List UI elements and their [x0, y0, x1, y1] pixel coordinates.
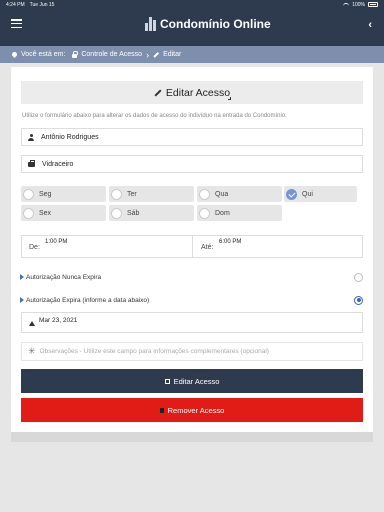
- card-footer: [11, 432, 373, 442]
- time-from-input[interactable]: 1:00 PM: [45, 239, 67, 245]
- breadcrumb: Você está em: Controle de Acesso › Edita…: [0, 46, 384, 63]
- expiry-date-value: Mar 23, 2021: [39, 317, 78, 324]
- battery-percent: 100%: [352, 1, 365, 8]
- day-label: Qua: [215, 190, 229, 198]
- day-checkbox[interactable]: [23, 207, 34, 219]
- option-never-expires[interactable]: Autorização Nunca Expira: [20, 271, 363, 283]
- breadcrumb-item-editar: Editar: [163, 51, 182, 58]
- day-seg[interactable]: Seg: [21, 186, 106, 202]
- day-dom[interactable]: Dom: [197, 205, 282, 221]
- form-title: Editar Acesso: [165, 86, 231, 99]
- caret-right-icon: [20, 297, 24, 303]
- status-date: Tue Jun 15: [29, 1, 55, 8]
- day-label: Qui: [302, 190, 313, 198]
- briefcase-icon: [28, 159, 35, 167]
- lock-icon: [72, 50, 79, 58]
- observations-input[interactable]: [39, 348, 360, 355]
- edit-access-label: Editar Acesso: [173, 376, 220, 386]
- day-label: Seg: [39, 190, 52, 198]
- edit-access-button[interactable]: Editar Acesso: [21, 369, 363, 393]
- day-checkbox[interactable]: [23, 188, 34, 200]
- time-to-input[interactable]: 6:00 PM: [219, 239, 241, 245]
- expiry-date-field[interactable]: Mar 23, 2021: [21, 312, 363, 333]
- pencil-icon: [153, 51, 159, 58]
- building-logo-icon: [145, 17, 157, 31]
- day-qua[interactable]: Qua: [197, 186, 282, 202]
- status-time: 4:24 PM: [6, 1, 25, 8]
- trash-icon: [159, 407, 164, 413]
- day-label: Sáb: [127, 209, 140, 217]
- role-field[interactable]: Vidraceiro: [21, 155, 363, 173]
- corner-icon: [228, 97, 231, 100]
- warning-icon: [29, 321, 35, 326]
- day-checkbox[interactable]: [111, 188, 122, 200]
- day-qui[interactable]: Qui: [284, 186, 357, 202]
- name-value: Antônio Rodrigues: [41, 133, 99, 141]
- chevron-left-icon[interactable]: ‹: [368, 20, 372, 31]
- radio-never-expires[interactable]: [354, 272, 363, 282]
- remove-access-button[interactable]: Remover Acesso: [21, 398, 363, 422]
- day-label: Sex: [39, 209, 52, 217]
- brand: Condomínio Online: [145, 17, 271, 31]
- option-label: Autorização Expira (informe a data abaix…: [26, 296, 150, 304]
- breadcrumb-prefix: Você está em:: [21, 51, 66, 58]
- wifi-icon: [343, 2, 350, 7]
- day-checkbox[interactable]: [199, 207, 210, 219]
- name-field[interactable]: Antônio Rodrigues: [21, 128, 363, 146]
- breadcrumb-item-controle[interactable]: Controle de Acesso: [81, 51, 142, 58]
- observations-field[interactable]: ✳: [21, 342, 363, 361]
- time-range: De: 1:00 PM Até: 6:00 PM: [21, 235, 363, 258]
- pencil-icon: [154, 88, 162, 97]
- user-icon: [28, 133, 34, 141]
- day-sab[interactable]: Sáb: [109, 205, 194, 221]
- role-value: Vidraceiro: [42, 160, 74, 168]
- day-checkbox[interactable]: [111, 207, 122, 219]
- form-title-box: Editar Acesso: [21, 81, 363, 104]
- time-to-label: Até:: [201, 244, 214, 251]
- edit-icon: [164, 378, 170, 384]
- menu-icon[interactable]: [11, 19, 22, 28]
- option-label: Autorização Nunca Expira: [26, 273, 102, 281]
- day-label: Ter: [127, 190, 137, 198]
- day-sex[interactable]: Sex: [21, 205, 106, 221]
- caret-right-icon: [20, 274, 24, 280]
- day-checkbox-checked[interactable]: [286, 188, 297, 200]
- radio-expires[interactable]: [354, 295, 363, 305]
- day-label: Dom: [215, 209, 230, 217]
- remove-access-label: Remover Acesso: [167, 405, 225, 415]
- status-bar: 4:24 PM Tue Jun 15 100%: [0, 0, 384, 9]
- asterisk-icon: ✳: [28, 346, 36, 356]
- day-checkbox[interactable]: [199, 188, 210, 200]
- divider: [192, 236, 193, 257]
- chevron-right-icon: ›: [146, 49, 150, 60]
- day-ter[interactable]: Ter: [109, 186, 194, 202]
- location-pin-icon: [10, 50, 19, 59]
- option-expires[interactable]: Autorização Expira (informe a data abaix…: [20, 294, 363, 306]
- brand-name: Condomínio Online: [160, 17, 271, 31]
- time-from-label: De:: [29, 244, 40, 251]
- battery-icon: [368, 2, 378, 7]
- helper-text: Utilize o formulário abaixo para alterar…: [22, 113, 287, 119]
